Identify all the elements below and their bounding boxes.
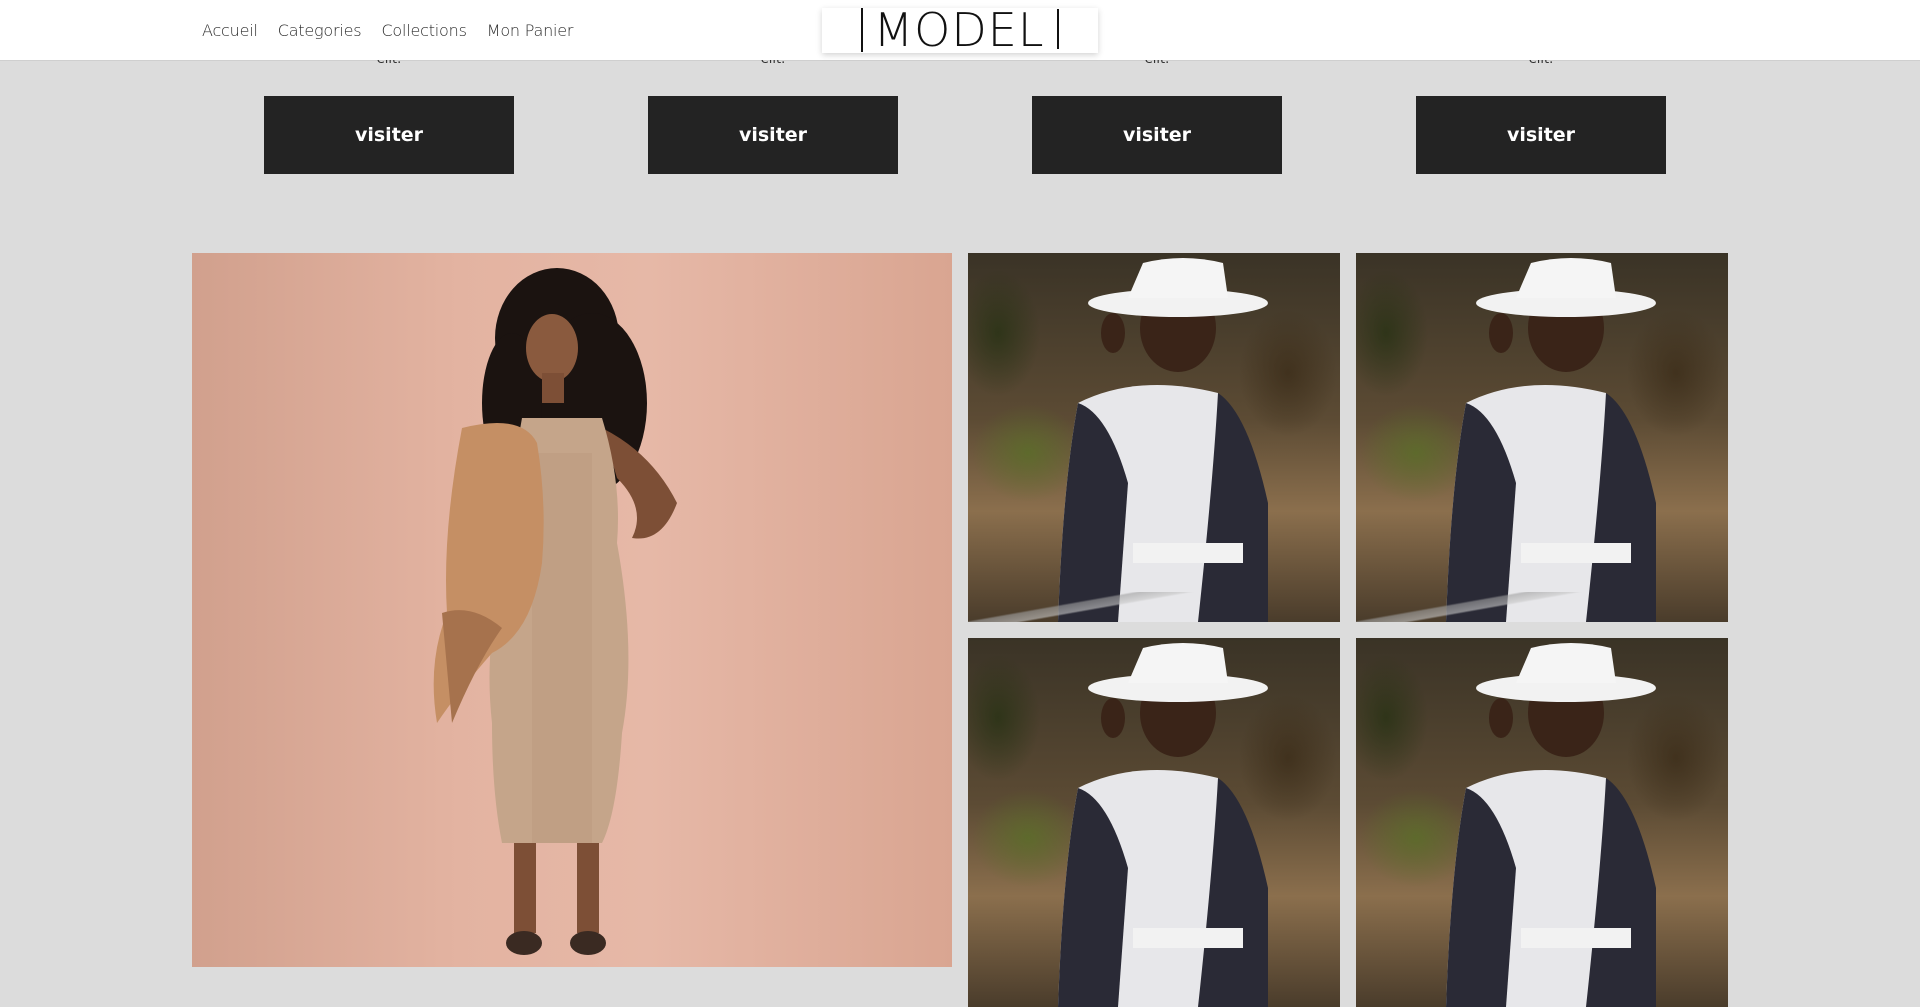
woman-white-hat-illustration [1446, 258, 1656, 622]
nav-link-categories[interactable]: Categories [278, 21, 362, 40]
nav-link-mon-panier[interactable]: Mon Panier [487, 21, 574, 40]
railing [968, 592, 1340, 622]
nav-link-collections[interactable]: Collections [381, 21, 466, 40]
visit-button-4[interactable]: visiter [1416, 96, 1666, 174]
gallery-tile-2[interactable] [1356, 253, 1728, 622]
gallery-tile-1[interactable] [968, 253, 1340, 622]
visit-button-1[interactable]: visiter [264, 96, 514, 174]
visit-button-3[interactable]: visiter [1032, 96, 1282, 174]
site-header: Accueil Categories Collections Mon Panie… [0, 0, 1920, 60]
featured-photo[interactable] [192, 253, 952, 967]
gallery-tile-4[interactable] [1356, 638, 1728, 1007]
logo-text: MODEL [873, 3, 1045, 57]
gallery-tile-3[interactable] [968, 638, 1340, 1007]
logo-right-bar [1056, 8, 1059, 49]
railing [1356, 592, 1728, 622]
main-nav: Accueil Categories Collections Mon Panie… [202, 0, 573, 60]
visit-button-2[interactable]: visiter [648, 96, 898, 174]
nav-link-accueil[interactable]: Accueil [202, 21, 258, 40]
logo[interactable]: MODEL [822, 3, 1098, 57]
woman-beige-dress-illustration [433, 268, 677, 955]
woman-white-hat-illustration [1446, 643, 1656, 1007]
woman-white-hat-illustration [1058, 258, 1268, 622]
logo-mark: MODEL [861, 3, 1059, 57]
woman-white-hat-illustration [1058, 643, 1268, 1007]
